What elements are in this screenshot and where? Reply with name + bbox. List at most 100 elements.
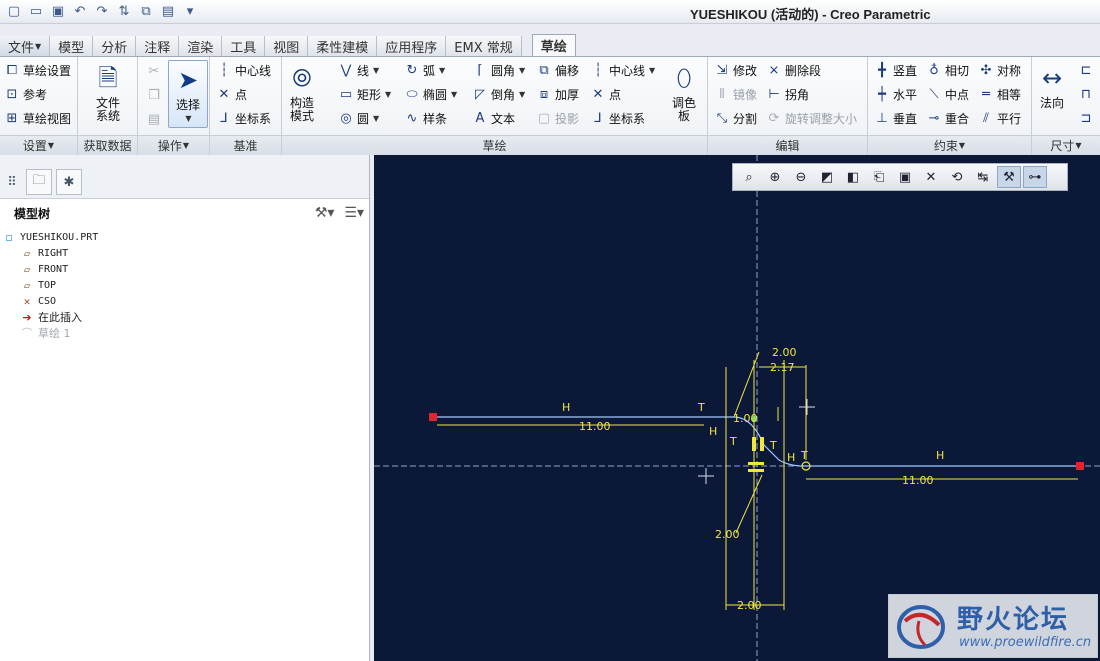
rotate-resize-button[interactable]: ⟳ 旋转调整大小 (766, 110, 857, 127)
sketch-view-button[interactable]: ⊞ 草绘视图 (4, 110, 71, 127)
regenerate-icon[interactable]: ⇅ (114, 2, 134, 20)
chamfer-button[interactable]: ◸ 倒角 ▼ (472, 86, 525, 103)
tree-node-front[interactable]: ▱ FRONT (0, 261, 368, 277)
new-icon[interactable]: ▢ (4, 2, 24, 20)
tab-model[interactable]: 模型 (50, 36, 94, 56)
ellipse-button[interactable]: ⬭ 椭圆 ▼ (404, 86, 457, 103)
tree-node-csys[interactable]: ✕ CSO (0, 293, 368, 309)
arc-button[interactable]: ↻ 弧 ▼ (404, 62, 446, 79)
model-tree-tab[interactable]: ⠿ (0, 169, 24, 195)
tab-flexible-modeling[interactable]: 柔性建模 (308, 36, 378, 56)
zoom-in-icon[interactable]: ⊕ (763, 166, 787, 188)
constraint-t-1[interactable]: T (697, 401, 705, 414)
spline-button[interactable]: ∿ 样条 (404, 110, 447, 127)
windows-icon[interactable]: ⧉ (136, 2, 156, 20)
cut-button[interactable]: ✂ (146, 63, 162, 79)
baseline-button[interactable]: ⊐ (1078, 110, 1094, 126)
tab-tools[interactable]: 工具 (222, 36, 266, 56)
open-icon[interactable]: ▭ (26, 2, 46, 20)
dim-label-11-00-left[interactable]: 11.00 (579, 420, 611, 433)
tab-render[interactable]: 渲染 (179, 36, 223, 56)
tab-applications[interactable]: 应用程序 (377, 36, 447, 56)
text-button[interactable]: A 文本 (472, 110, 515, 127)
dimension-display-icon[interactable]: ↹ (971, 166, 995, 188)
tree-filters-icon[interactable]: ☰▾ (344, 205, 364, 221)
tree-node-part[interactable]: ◻ YUESHIKOU.PRT (0, 229, 368, 245)
group-operations-label[interactable]: 操作 ▼ (138, 135, 209, 155)
constraint-t-2[interactable]: T (729, 435, 737, 448)
tab-emx[interactable]: EMX 常规 (446, 36, 522, 56)
datum-csys-button[interactable]: ⅃ 坐标系 (216, 110, 271, 127)
dim-label-2-17[interactable]: 2.17 (770, 361, 795, 374)
references-button[interactable]: ⊡ 参考 (4, 86, 47, 103)
customize-icon[interactable]: ▾ (180, 2, 200, 20)
sketch-point-button[interactable]: ✕ 点 (590, 86, 621, 103)
tree-settings-icon[interactable]: ⚒▾ (315, 205, 335, 221)
dim-label-2-00-bottom[interactable]: 2.00 (737, 599, 762, 612)
mirror-button[interactable]: ⫴ 镜像 (714, 86, 757, 103)
repaint-icon[interactable]: ◩ (815, 166, 839, 188)
palette-button[interactable]: ⬯ 调色 板 (668, 61, 700, 123)
tab-analysis[interactable]: 分析 (93, 36, 137, 56)
group-constrain-label[interactable]: 约束 ▼ (868, 135, 1031, 155)
tree-node-insert-here[interactable]: ➔ 在此插入 (0, 309, 368, 325)
delete-segment-button[interactable]: ⨯ 删除段 (766, 62, 821, 79)
project-button[interactable]: ▢ 投影 (536, 110, 579, 127)
dim-label-11-00-right[interactable]: 11.00 (902, 474, 934, 487)
datum-centerline-button[interactable]: ┆ 中心线 (216, 62, 271, 79)
construction-mode-button[interactable]: ⦾ 构造 模式 (286, 61, 318, 123)
thicken-button[interactable]: ⧈ 加厚 (536, 86, 579, 103)
folder-browser-tab[interactable]: 🗀 (26, 169, 52, 195)
symmetric-constraint-button[interactable]: ✣ 对称 (978, 62, 1021, 79)
constraint-h-3[interactable]: H (787, 451, 795, 464)
corner-button[interactable]: ⊢ 拐角 (766, 86, 809, 103)
vertical-constraint-button[interactable]: ╋ 竖直 (874, 62, 917, 79)
redo-icon[interactable]: ↷ (92, 2, 112, 20)
tab-annotate[interactable]: 注释 (136, 36, 180, 56)
circle-button[interactable]: ◎ 圆 ▼ (338, 110, 379, 127)
undo-icon[interactable]: ↶ (70, 2, 90, 20)
offset-button[interactable]: ⧉ 偏移 (536, 62, 579, 79)
perimeter-button[interactable]: ⊏ (1078, 62, 1094, 78)
midpoint-constraint-button[interactable]: ⟍ 中点 (926, 86, 969, 103)
left-endpoint-marker[interactable] (429, 413, 437, 421)
display-style-icon[interactable]: ◧ (841, 166, 865, 188)
datum-point-button[interactable]: ✕ 点 (216, 86, 247, 103)
view-manager-icon[interactable]: ▣ (893, 166, 917, 188)
spin-center-icon[interactable]: ⟲ (945, 166, 969, 188)
horizontal-constraint-button[interactable]: ┿ 水平 (874, 86, 917, 103)
normal-dimension-button[interactable]: ↔ 法向 (1036, 61, 1068, 110)
sketch-setup-button[interactable]: ⧠ 草绘设置 (4, 62, 71, 79)
constraint-h-top[interactable]: H (562, 401, 570, 414)
copy-button[interactable]: ❐ (146, 87, 162, 103)
dim-label-2-00-top[interactable]: 2.00 (772, 346, 797, 359)
constraint-t-4[interactable]: T (800, 449, 808, 462)
equal-constraint-button[interactable]: ═ 相等 (978, 86, 1021, 103)
tree-node-top[interactable]: ▱ TOP (0, 277, 368, 293)
group-dimension-label[interactable]: 尺寸 ▼ (1032, 135, 1100, 155)
parallel-constraint-button[interactable]: ⫽ 平行 (978, 110, 1021, 127)
constraint-h-2[interactable]: H (709, 425, 717, 438)
sketch-csys-button[interactable]: ⅃ 坐标系 (590, 110, 645, 127)
perpendicular-constraint-button[interactable]: ⊥ 垂直 (874, 110, 917, 127)
file-system-button[interactable]: 🗎 文件 系统 (92, 61, 124, 123)
sketch-canvas[interactable]: 2.00 2.17 11.00 1.00 11.00 2.00 2.00 H T… (374, 155, 1100, 661)
coincident-constraint-button[interactable]: ⊸ 重合 (926, 110, 969, 127)
modify-button[interactable]: ⇲ 修改 (714, 62, 757, 79)
zoom-out-icon[interactable]: ⊖ (789, 166, 813, 188)
tree-node-sketch[interactable]: ⌒ 草绘 1 (0, 325, 368, 341)
tab-sketch[interactable]: 草绘 (531, 34, 576, 56)
saved-views-icon[interactable]: ⎗ (867, 166, 891, 188)
tangent-constraint-button[interactable]: ♁ 相切 (926, 62, 969, 79)
close-window-icon[interactable]: ▤ (158, 2, 178, 20)
dim-label-1-00[interactable]: 1.00 (733, 412, 758, 425)
constraint-t-3[interactable]: T (769, 439, 777, 452)
sketch-centerline-button[interactable]: ┆ 中心线 ▼ (590, 62, 655, 79)
datum-display-icon[interactable]: ✕ (919, 166, 943, 188)
right-endpoint-marker[interactable] (1076, 462, 1084, 470)
tab-view[interactable]: 视图 (265, 36, 309, 56)
favorites-tab[interactable]: ✱ (56, 169, 82, 195)
select-button[interactable]: ➤ 选择 ▼ (168, 60, 208, 128)
constraint-h-right[interactable]: H (936, 449, 944, 462)
refit-icon[interactable]: ⌕ (737, 166, 761, 188)
